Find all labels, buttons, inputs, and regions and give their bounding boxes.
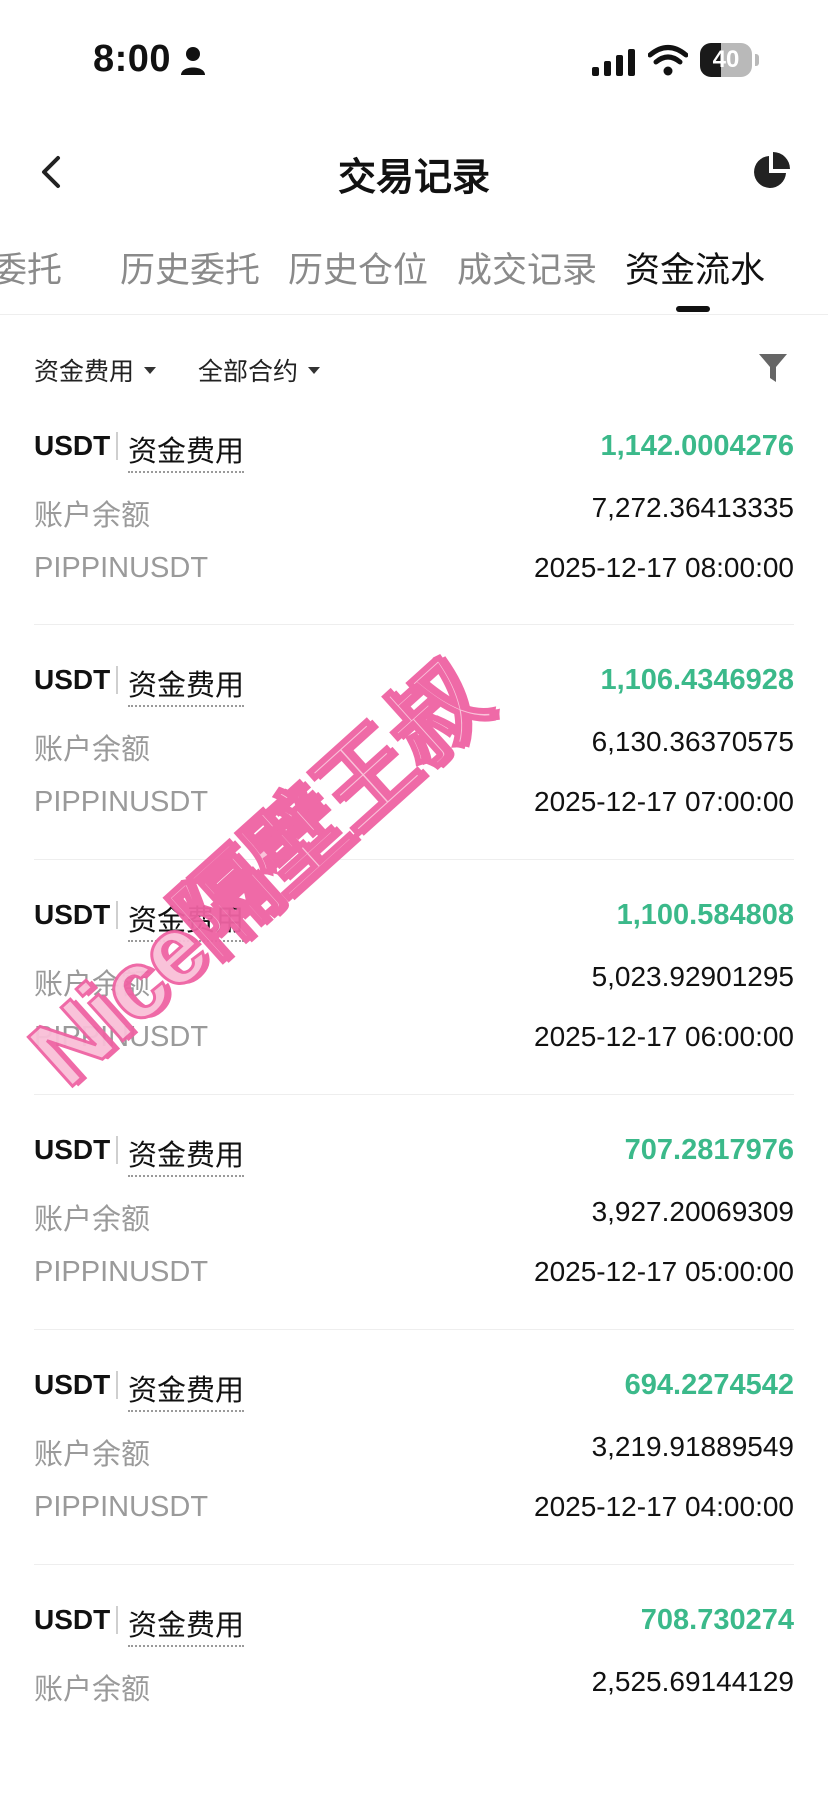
status-bar: 8:00 40: [0, 0, 828, 120]
tab-fund-flow[interactable]: 资金流水: [625, 242, 765, 293]
record-type[interactable]: 资金费用: [128, 1132, 245, 1177]
divider: [34, 1564, 794, 1565]
record-separator: [116, 1371, 118, 1399]
record-separator: [116, 1136, 118, 1164]
balance-value: 7,272.36413335: [591, 492, 794, 523]
record-amount: 707.2817976: [624, 1134, 794, 1166]
wifi-icon: [648, 45, 688, 76]
record-symbol-line: PIPPINUSDT 2025-12-17 05:00:00: [34, 1254, 794, 1294]
active-tab-indicator: [676, 306, 710, 312]
list-item[interactable]: USDT 资金费用 1,142.0004276 账户余额 7,272.36413…: [34, 428, 794, 662]
divider: [34, 1329, 794, 1330]
battery-level: 40: [712, 46, 740, 73]
record-balance-line: 账户余额 3,219.91889549: [34, 1429, 794, 1471]
battery-cap: [755, 54, 759, 66]
balance-value: 3,927.20069309: [591, 1196, 794, 1227]
record-time: 2025-12-17 04:00:00: [534, 1491, 794, 1522]
record-amount: 1,142.0004276: [600, 430, 794, 462]
record-type[interactable]: 资金费用: [128, 662, 245, 707]
record-balance-line: 账户余额 3,927.20069309: [34, 1194, 794, 1236]
list-item[interactable]: USDT 资金费用 707.2817976 账户余额 3,927.2006930…: [34, 1132, 794, 1366]
filter-funnel-icon[interactable]: [758, 352, 788, 384]
divider: [34, 624, 794, 625]
type-filter-label: 资金费用: [34, 358, 135, 386]
list-item[interactable]: USDT 资金费用 694.2274542 账户余额 3,219.9188954…: [34, 1367, 794, 1601]
record-currency: USDT: [34, 1369, 111, 1400]
tab-orders[interactable]: 委托: [0, 242, 62, 293]
record-amount: 694.2274542: [624, 1369, 794, 1401]
header: 交易记录: [0, 130, 828, 210]
record-currency: USDT: [34, 1134, 111, 1165]
record-amount: 708.730274: [640, 1604, 794, 1636]
record-header-line: USDT 资金费用 1,142.0004276: [34, 428, 794, 473]
balance-label: 账户余额: [34, 1204, 151, 1236]
record-time: 2025-12-17 06:00:00: [534, 1021, 794, 1052]
record-type[interactable]: 资金费用: [128, 1367, 245, 1412]
balance-value: 6,130.36370575: [591, 726, 794, 757]
record-symbol-line: PIPPINUSDT 2025-12-17 04:00:00: [34, 1489, 794, 1529]
record-balance-line: 账户余额 2,525.69144129: [34, 1664, 794, 1706]
record-separator: [116, 1606, 118, 1634]
record-header-line: USDT 资金费用 707.2817976: [34, 1132, 794, 1177]
record-currency: USDT: [34, 664, 111, 695]
record-amount: 1,100.584808: [616, 899, 794, 931]
tab-trade-records[interactable]: 成交记录: [457, 242, 597, 293]
record-symbol: PIPPINUSDT: [34, 786, 209, 818]
tab-order-history[interactable]: 历史委托: [120, 242, 260, 293]
record-separator: [116, 432, 118, 460]
record-amount: 1,106.4346928: [600, 664, 794, 696]
record-time: 2025-12-17 08:00:00: [534, 552, 794, 583]
tab-bar: 委托 历史委托 历史仓位 成交记录 资金流水: [0, 236, 828, 315]
balance-value: 2,525.69144129: [591, 1666, 794, 1697]
balance-label: 账户余额: [34, 500, 151, 532]
record-currency: USDT: [34, 430, 111, 461]
record-currency: USDT: [34, 1604, 111, 1635]
list-item[interactable]: USDT 资金费用 708.730274 账户余额 2,525.69144129: [34, 1602, 794, 1752]
record-time: 2025-12-17 05:00:00: [534, 1256, 794, 1287]
tab-position-history[interactable]: 历史仓位: [288, 242, 428, 293]
contract-filter-dropdown[interactable]: 全部合约: [198, 352, 321, 388]
contract-filter-label: 全部合约: [198, 358, 299, 386]
balance-label: 账户余额: [34, 1674, 151, 1706]
record-header-line: USDT 资金费用 694.2274542: [34, 1367, 794, 1412]
record-separator: [116, 666, 118, 694]
divider: [34, 859, 794, 860]
record-symbol: PIPPINUSDT: [34, 1491, 209, 1523]
record-type[interactable]: 资金费用: [128, 1602, 245, 1647]
record-symbol: PIPPINUSDT: [34, 1256, 209, 1288]
balance-label: 账户余额: [34, 734, 151, 766]
page-title: 交易记录: [337, 157, 490, 199]
balance-value: 3,219.91889549: [591, 1431, 794, 1462]
record-time: 2025-12-17 07:00:00: [534, 786, 794, 817]
cellular-signal-icon: [592, 49, 635, 76]
type-filter-dropdown[interactable]: 资金费用: [34, 352, 157, 388]
record-type[interactable]: 资金费用: [128, 428, 245, 473]
caret-down-icon: [144, 366, 157, 374]
pie-chart-icon[interactable]: [752, 152, 790, 190]
balance-label: 账户余额: [34, 1439, 151, 1471]
divider: [34, 1094, 794, 1095]
record-header-line: USDT 资金费用 708.730274: [34, 1602, 794, 1647]
record-balance-line: 账户余额 7,272.36413335: [34, 490, 794, 532]
filter-row: 资金费用 全部合约: [0, 348, 828, 392]
caret-down-icon: [308, 366, 321, 374]
record-symbol: PIPPINUSDT: [34, 552, 209, 584]
record-symbol-line: PIPPINUSDT 2025-12-17 08:00:00: [34, 550, 794, 590]
balance-value: 5,023.92901295: [591, 961, 794, 992]
status-time: 8:00: [93, 38, 172, 80]
person-icon: [181, 47, 205, 75]
